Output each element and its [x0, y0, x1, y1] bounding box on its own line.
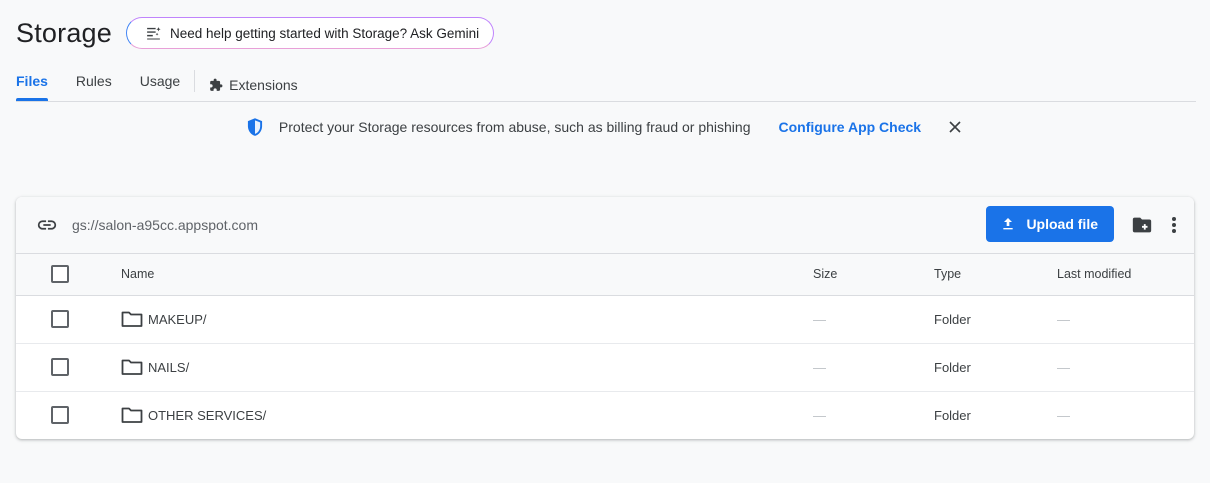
folder-link[interactable]: NAILS/: [121, 358, 811, 376]
table-row[interactable]: NAILS/ — Folder —: [16, 343, 1194, 391]
header: Storage Need help getting started with S…: [16, 14, 495, 52]
select-all-cell: [16, 254, 120, 296]
ask-gemini-button[interactable]: Need help getting started with Storage? …: [125, 17, 495, 49]
column-header-name[interactable]: Name: [120, 254, 812, 296]
type-cell: Folder: [934, 407, 971, 423]
last-modified-cell: —: [1057, 407, 1070, 423]
upload-file-label: Upload file: [1026, 216, 1098, 232]
extension-icon: [209, 78, 223, 92]
size-cell: —: [813, 359, 826, 375]
name-cell: NAILS/: [120, 343, 812, 391]
tab-rules[interactable]: Rules: [76, 70, 112, 100]
table-header-row: Name Size Type Last modified: [16, 254, 1194, 296]
tab-extensions-label: Extensions: [229, 77, 298, 93]
row-checkbox[interactable]: [51, 310, 69, 328]
app-check-banner: Protect your Storage resources from abus…: [0, 114, 1210, 140]
name-cell: OTHER SERVICES/: [120, 391, 812, 439]
folder-name: NAILS/: [148, 359, 190, 375]
bucket-path: gs://salon-a95cc.appspot.com: [72, 217, 258, 233]
folder-icon: [121, 358, 143, 376]
files-card: gs://salon-a95cc.appspot.com Upload file: [16, 197, 1194, 439]
ask-gemini-label: Need help getting started with Storage? …: [169, 25, 480, 41]
upload-file-button[interactable]: Upload file: [986, 206, 1114, 242]
banner-message: Protect your Storage resources from abus…: [278, 119, 751, 135]
last-modified-cell: —: [1057, 359, 1070, 375]
folder-link[interactable]: OTHER SERVICES/: [121, 406, 811, 424]
close-icon[interactable]: [945, 117, 965, 137]
table-row[interactable]: OTHER SERVICES/ — Folder —: [16, 391, 1194, 439]
size-cell: —: [813, 407, 826, 423]
configure-app-check-link[interactable]: Configure App Check: [778, 119, 921, 135]
column-header-last-modified[interactable]: Last modified: [1056, 254, 1194, 296]
tab-extensions[interactable]: Extensions: [209, 70, 298, 100]
upload-icon: [1000, 216, 1016, 232]
page-title: Storage: [16, 18, 112, 48]
storage-page: Storage Need help getting started with S…: [0, 0, 1210, 483]
shield-icon: [245, 117, 265, 137]
folder-name: MAKEUP/: [148, 311, 207, 327]
tab-files[interactable]: Files: [16, 70, 48, 101]
column-header-type[interactable]: Type: [933, 254, 1056, 296]
gemini-prompt-icon: [145, 25, 162, 42]
type-cell: Folder: [934, 311, 971, 327]
bucket-toolbar: gs://salon-a95cc.appspot.com Upload file: [16, 197, 1194, 254]
create-folder-icon[interactable]: [1130, 213, 1154, 237]
name-cell: MAKEUP/: [120, 295, 812, 343]
last-modified-cell: —: [1057, 311, 1070, 327]
row-checkbox[interactable]: [51, 406, 69, 425]
select-all-checkbox[interactable]: [51, 265, 69, 284]
row-select-cell: [16, 391, 120, 439]
more-vert-icon[interactable]: [1164, 213, 1184, 237]
table-row[interactable]: MAKEUP/ — Folder —: [16, 295, 1194, 343]
folder-name: OTHER SERVICES/: [148, 407, 267, 423]
folder-link[interactable]: MAKEUP/: [121, 310, 811, 328]
tab-divider: [194, 70, 196, 92]
folder-icon: [121, 310, 143, 328]
link-icon[interactable]: [36, 214, 58, 236]
size-cell: —: [813, 311, 826, 327]
tab-usage[interactable]: Usage: [140, 70, 180, 100]
column-header-size[interactable]: Size: [812, 254, 933, 296]
tab-bar: Files Rules Usage Extensions: [16, 70, 1196, 102]
row-select-cell: [16, 343, 120, 391]
files-table: Name Size Type Last modified MAKEUP/ — F…: [16, 254, 1194, 439]
folder-icon: [121, 406, 143, 424]
type-cell: Folder: [934, 359, 971, 375]
row-checkbox[interactable]: [51, 358, 69, 376]
row-select-cell: [16, 295, 120, 343]
